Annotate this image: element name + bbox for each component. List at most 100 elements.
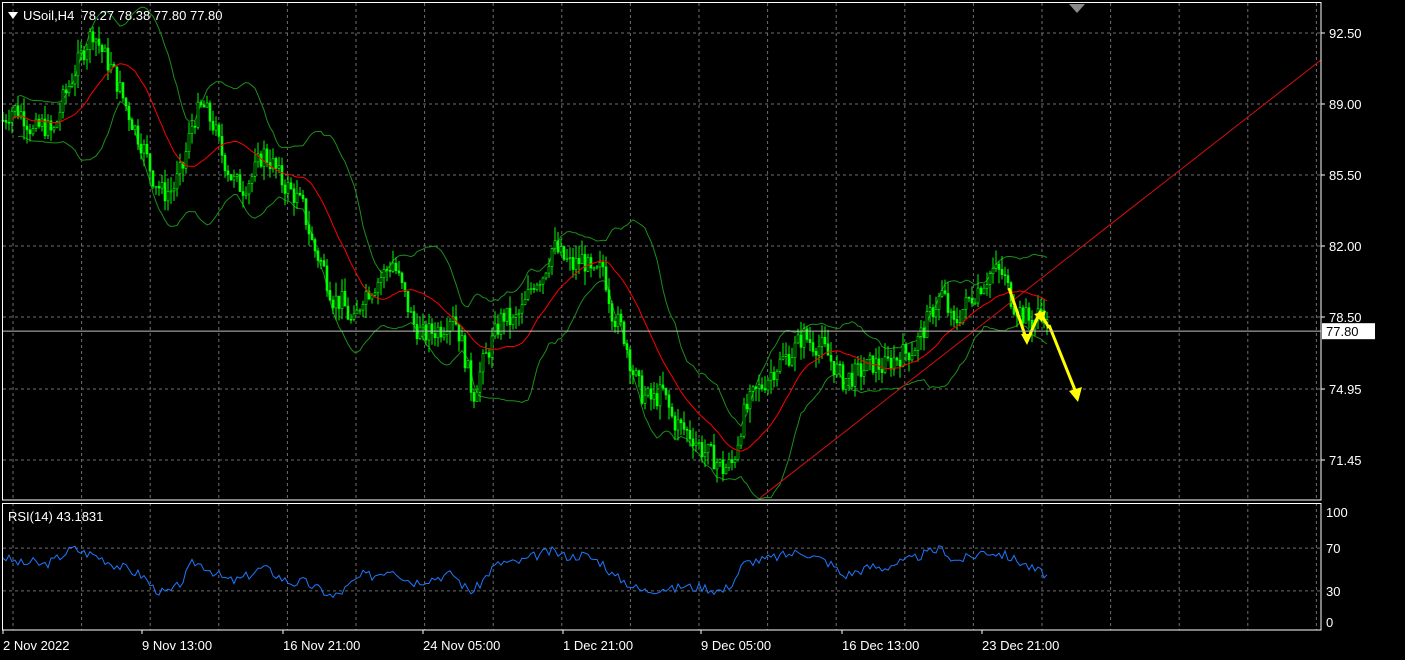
rsi-tick-label: 70 xyxy=(1326,541,1340,556)
candle-body xyxy=(526,288,530,300)
candle-body xyxy=(787,353,791,366)
candle-body xyxy=(538,283,542,286)
candle-body xyxy=(127,105,131,121)
candle-body xyxy=(784,353,788,357)
candle-body xyxy=(442,334,446,338)
candle-body xyxy=(277,165,281,169)
candle-body xyxy=(769,371,773,381)
candle-body xyxy=(187,132,191,152)
candle-body xyxy=(205,102,209,108)
candle-body xyxy=(253,161,257,177)
candle-body xyxy=(595,266,599,269)
candle-body xyxy=(547,266,551,274)
candle-body xyxy=(211,120,215,131)
candle-body xyxy=(400,272,404,283)
candle-body xyxy=(727,459,731,468)
bollinger-lower xyxy=(17,100,1048,500)
candle-body xyxy=(673,415,677,431)
candle-body xyxy=(847,372,851,379)
candle-body xyxy=(955,319,959,324)
candle-body xyxy=(361,304,365,311)
candle-body xyxy=(1006,275,1010,283)
candle-body xyxy=(28,129,32,135)
candle-body xyxy=(517,312,521,315)
candle-body xyxy=(553,240,557,249)
rsi-series-line xyxy=(2,545,1048,599)
candle-body xyxy=(766,379,770,391)
candle-body xyxy=(1021,307,1025,324)
candle-body xyxy=(118,82,122,92)
candle-body xyxy=(877,358,881,370)
candle-body xyxy=(919,327,923,337)
symbol-label: USoil,H4 xyxy=(23,8,75,23)
candle-body xyxy=(751,386,755,392)
candle-body xyxy=(388,270,392,272)
candle-body xyxy=(217,124,221,137)
candle-body xyxy=(619,313,623,323)
candle-body xyxy=(301,194,305,200)
candle-body xyxy=(643,394,647,404)
rsi-label: RSI(14) 43.1831 xyxy=(8,509,104,524)
candle-body xyxy=(532,288,536,290)
candle-body xyxy=(247,183,251,195)
price-tick-label: 82.00 xyxy=(1329,239,1362,254)
candle-body xyxy=(1024,307,1028,324)
candle-body xyxy=(382,269,386,279)
rsi-tick-label: 0 xyxy=(1326,615,1333,630)
candle-body xyxy=(397,270,401,274)
candle-body xyxy=(937,295,941,310)
candle-body xyxy=(790,357,794,366)
candle-body xyxy=(121,82,125,99)
moving-average-line xyxy=(11,63,1048,452)
candle-body xyxy=(556,240,560,253)
candle-body xyxy=(883,356,887,373)
candle-body xyxy=(505,307,509,322)
chart-header: USoil,H4 78.27 78.38 77.80 77.80 xyxy=(8,8,223,23)
candle-body xyxy=(679,419,683,423)
candle-body xyxy=(448,321,452,333)
candle-body xyxy=(142,143,146,154)
candle-body xyxy=(748,390,752,410)
candle-body xyxy=(646,388,650,396)
collapse-triangle-icon[interactable] xyxy=(8,12,18,19)
candle-body xyxy=(808,339,812,343)
candle-body xyxy=(763,388,767,391)
candle-body xyxy=(508,307,512,326)
candle-body xyxy=(421,324,425,328)
time-tick-label: 24 Nov 05:00 xyxy=(423,638,500,653)
price-chart[interactable]: 92.50 89.00 85.50 82.00 78.50 74.95 71.45 77.80… xyxy=(0,0,1405,660)
candle-body xyxy=(658,384,662,407)
candle-body xyxy=(136,125,140,145)
candle-body xyxy=(484,352,488,354)
candle-body xyxy=(859,363,863,377)
candle-body xyxy=(634,370,638,376)
candle-body xyxy=(1039,308,1043,311)
candle-body xyxy=(76,52,80,77)
candle-body xyxy=(235,174,239,177)
candle-body xyxy=(325,265,329,291)
candle-body xyxy=(166,190,170,202)
candle-body xyxy=(172,188,176,192)
candle-body xyxy=(580,254,584,265)
moving-average xyxy=(11,63,1048,452)
candle-body xyxy=(568,257,572,259)
candle-body xyxy=(64,89,68,94)
candle-body xyxy=(493,323,497,337)
candle-body xyxy=(577,257,581,265)
trendline-segment xyxy=(759,59,1322,499)
forecast-arrow-line xyxy=(1047,324,1077,391)
candle-body xyxy=(970,298,974,304)
candle-body xyxy=(706,443,710,454)
candle-body xyxy=(157,185,161,189)
candle-body xyxy=(817,345,821,356)
candle-body xyxy=(70,83,74,87)
candle-body xyxy=(139,143,143,154)
candle-body xyxy=(925,311,929,339)
candle-body xyxy=(589,257,593,269)
candle-body xyxy=(775,370,779,380)
price-tick-label: 92.50 xyxy=(1329,26,1362,41)
candle-body xyxy=(850,372,854,387)
candle-body xyxy=(562,246,566,260)
time-tick-label: 1 Dec 21:00 xyxy=(563,638,633,653)
candle-body xyxy=(814,351,818,356)
